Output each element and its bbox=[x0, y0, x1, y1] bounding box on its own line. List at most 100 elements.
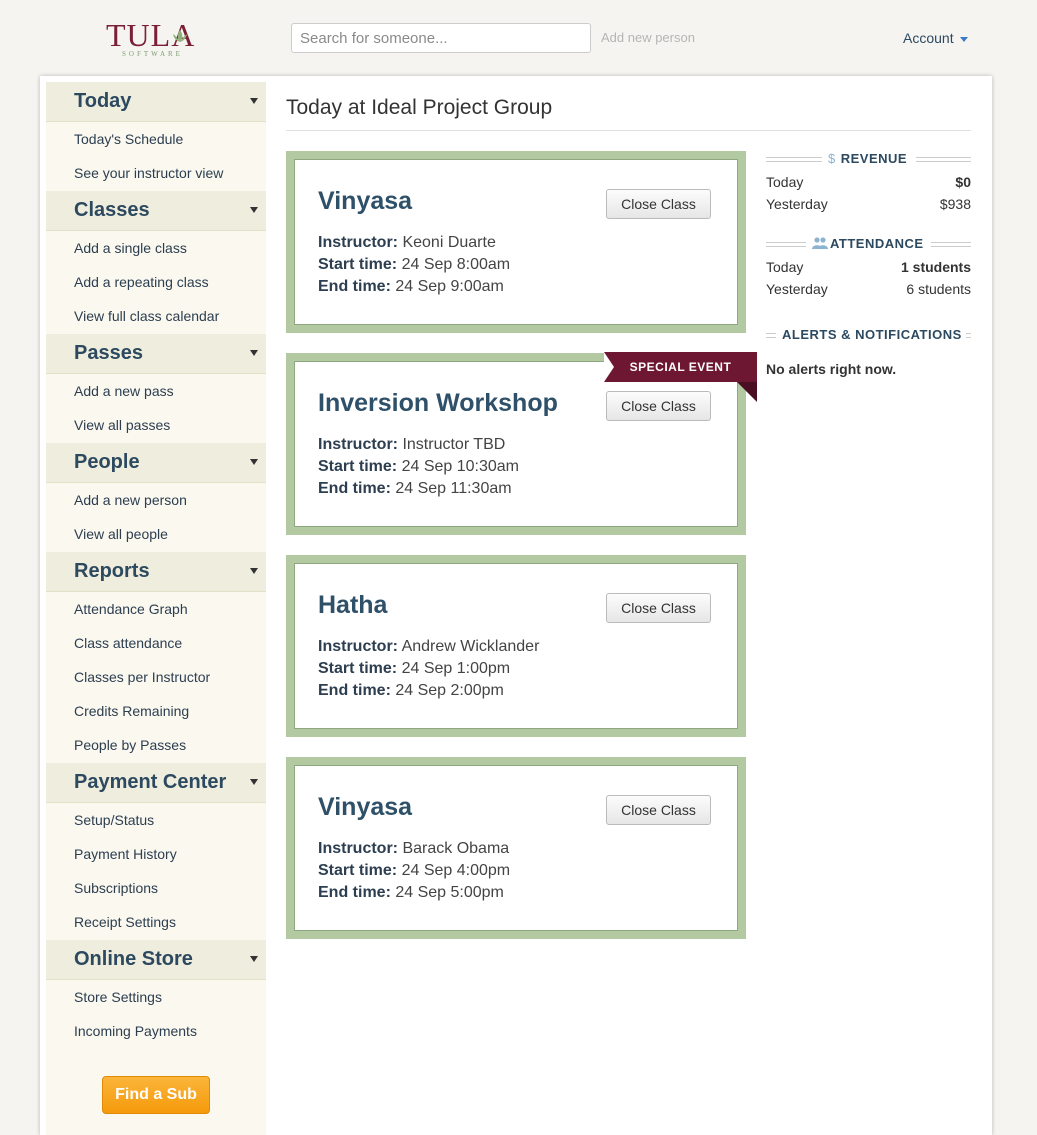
instructor-name: Instructor TBD bbox=[402, 436, 506, 453]
sidebar-item-class-attendance[interactable]: Class attendance bbox=[74, 635, 182, 651]
heading-rule bbox=[916, 157, 971, 162]
close-class-button[interactable]: Close Class bbox=[606, 593, 711, 623]
end-time-value: 24 Sep 5:00pm bbox=[395, 884, 504, 901]
close-class-button[interactable]: Close Class bbox=[606, 795, 711, 825]
start-time-value: 24 Sep 1:00pm bbox=[401, 660, 511, 677]
end-time-value: 24 Sep 11:30am bbox=[395, 480, 512, 497]
revenue-value: $0 bbox=[955, 174, 971, 190]
search-input[interactable] bbox=[291, 23, 591, 53]
sidebar-item-view-class-calendar[interactable]: View full class calendar bbox=[74, 308, 219, 324]
special-event-ribbon: SPECIAL EVENT bbox=[604, 352, 757, 382]
caret-down-icon bbox=[959, 36, 968, 42]
start-time-label: Start time: bbox=[318, 256, 398, 273]
class-card: Vinyasa Instructor: Barack Obama Start t… bbox=[286, 757, 746, 939]
start-time-label: Start time: bbox=[318, 458, 398, 475]
heading-rule bbox=[766, 157, 822, 162]
triangle-down-icon bbox=[250, 459, 258, 465]
sidebar-item-setup-status[interactable]: Setup/Status bbox=[74, 812, 154, 828]
sidebar-item-receipt-settings[interactable]: Receipt Settings bbox=[74, 914, 176, 930]
revenue-key: Yesterday bbox=[766, 196, 828, 212]
sidebar-item-credits-remaining[interactable]: Credits Remaining bbox=[74, 703, 189, 719]
sidebar-item-add-single-class[interactable]: Add a single class bbox=[74, 240, 187, 256]
instructor-label: Instructor: bbox=[318, 638, 398, 655]
instructor-label: Instructor: bbox=[318, 234, 398, 251]
attendance-title: ATTENDANCE bbox=[808, 236, 928, 251]
class-name: Vinyasa bbox=[318, 187, 413, 215]
sidebar-item-subscriptions[interactable]: Subscriptions bbox=[74, 880, 158, 896]
sidebar-item-classes-per-instructor[interactable]: Classes per Instructor bbox=[74, 669, 210, 685]
attendance-value: 1 students bbox=[900, 259, 971, 275]
heading-rule bbox=[766, 333, 776, 338]
sidebar-section-classes[interactable]: Classes bbox=[46, 191, 266, 231]
class-start-time: Start time: 24 Sep 10:30am bbox=[318, 458, 519, 476]
sidebar-section-today[interactable]: Today bbox=[46, 82, 266, 122]
sidebar-item-people-by-passes[interactable]: People by Passes bbox=[74, 737, 186, 753]
end-time-label: End time: bbox=[318, 682, 391, 699]
start-time-label: Start time: bbox=[318, 862, 398, 879]
people-icon bbox=[812, 237, 828, 249]
sidebar-item-instructor-view[interactable]: See your instructor view bbox=[74, 165, 223, 181]
end-time-label: End time: bbox=[318, 278, 391, 295]
close-class-button[interactable]: Close Class bbox=[606, 391, 711, 421]
start-time-value: 24 Sep 8:00am bbox=[401, 256, 511, 273]
page-title: Today at Ideal Project Group bbox=[286, 96, 553, 119]
heading-rule bbox=[766, 242, 806, 247]
sidebar-section-people[interactable]: People bbox=[46, 443, 266, 483]
divider bbox=[286, 130, 971, 131]
class-start-time: Start time: 24 Sep 8:00am bbox=[318, 256, 510, 274]
sidebar-item-store-settings[interactable]: Store Settings bbox=[74, 989, 162, 1005]
close-class-button[interactable]: Close Class bbox=[606, 189, 711, 219]
heading-rule bbox=[931, 242, 971, 247]
sidebar-section-label: Online Store bbox=[74, 948, 193, 970]
alerts-message: No alerts right now. bbox=[766, 361, 897, 377]
class-end-time: End time: 24 Sep 9:00am bbox=[318, 278, 504, 296]
end-time-label: End time: bbox=[318, 480, 391, 497]
sidebar-item-payment-history[interactable]: Payment History bbox=[74, 846, 177, 862]
add-new-person-link[interactable]: Add new person bbox=[601, 30, 695, 45]
lotus-icon bbox=[173, 30, 187, 42]
attendance-value: 6 students bbox=[906, 281, 971, 297]
sidebar-section-passes[interactable]: Passes bbox=[46, 334, 266, 374]
class-end-time: End time: 24 Sep 2:00pm bbox=[318, 682, 504, 700]
sidebar-item-view-people[interactable]: View all people bbox=[74, 526, 168, 542]
instructor-name: Andrew Wicklander bbox=[401, 638, 540, 655]
attendance-heading: ATTENDANCE bbox=[766, 236, 971, 254]
attendance-label: ATTENDANCE bbox=[830, 236, 924, 251]
sidebar-item-view-passes[interactable]: View all passes bbox=[74, 417, 170, 433]
sidebar-section-payment-center[interactable]: Payment Center bbox=[46, 763, 266, 803]
alerts-title: ALERTS & NOTIFICATIONS bbox=[778, 327, 966, 342]
sidebar-item-add-pass[interactable]: Add a new pass bbox=[74, 383, 174, 399]
class-instructor: Instructor: Keoni Duarte bbox=[318, 234, 496, 252]
class-end-time: End time: 24 Sep 11:30am bbox=[318, 480, 512, 498]
class-name: Hatha bbox=[318, 591, 388, 619]
sidebar-section-label: Classes bbox=[74, 199, 150, 221]
class-instructor: Instructor: Instructor TBD bbox=[318, 436, 505, 454]
end-time-value: 24 Sep 9:00am bbox=[395, 278, 504, 295]
sidebar-section-label: Payment Center bbox=[74, 771, 227, 793]
start-time-value: 24 Sep 10:30am bbox=[401, 458, 519, 475]
sidebar-item-attendance-graph[interactable]: Attendance Graph bbox=[74, 601, 188, 617]
revenue-heading: $ REVENUE bbox=[766, 151, 971, 169]
sidebar-section-reports[interactable]: Reports bbox=[46, 552, 266, 592]
sidebar-section-label: Passes bbox=[74, 342, 143, 364]
sidebar-item-add-person[interactable]: Add a new person bbox=[74, 492, 187, 508]
class-card: Hatha Instructor: Andrew Wicklander Star… bbox=[286, 555, 746, 737]
instructor-label: Instructor: bbox=[318, 436, 398, 453]
sidebar-item-todays-schedule[interactable]: Today's Schedule bbox=[74, 131, 183, 147]
dollar-icon: $ bbox=[828, 151, 836, 166]
revenue-label: REVENUE bbox=[840, 151, 908, 166]
triangle-down-icon bbox=[250, 779, 258, 785]
class-name: Vinyasa bbox=[318, 793, 413, 821]
sidebar-item-add-repeating-class[interactable]: Add a repeating class bbox=[74, 274, 209, 290]
tula-logo[interactable]: TULA SOFTWARE bbox=[106, 18, 216, 60]
account-menu[interactable]: Account bbox=[903, 30, 968, 46]
sidebar-item-incoming-payments[interactable]: Incoming Payments bbox=[74, 1023, 197, 1039]
sidebar-section-online-store[interactable]: Online Store bbox=[46, 940, 266, 980]
triangle-down-icon bbox=[250, 207, 258, 213]
class-start-time: Start time: 24 Sep 4:00pm bbox=[318, 862, 510, 880]
find-a-sub-button[interactable]: Find a Sub bbox=[102, 1076, 210, 1114]
class-name: Inversion Workshop bbox=[318, 389, 558, 417]
revenue-title: $ REVENUE bbox=[824, 151, 912, 166]
logo-subtitle: SOFTWARE bbox=[122, 50, 183, 58]
class-card: Vinyasa Instructor: Keoni Duarte Start t… bbox=[286, 151, 746, 333]
